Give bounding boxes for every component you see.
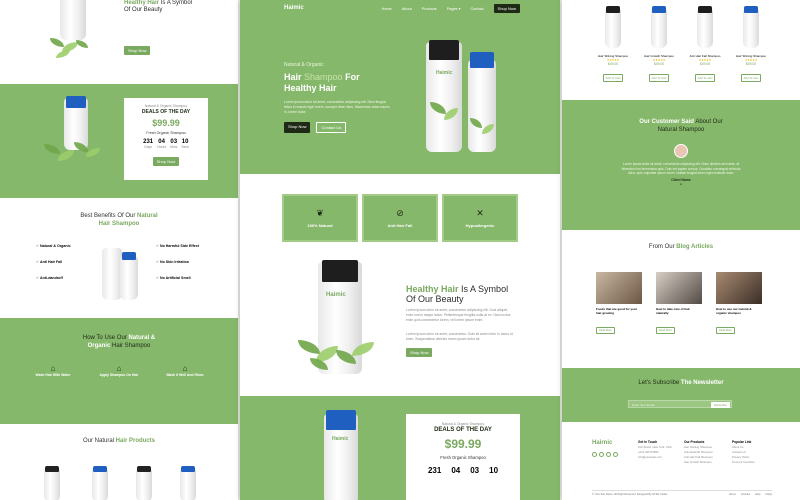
twitter-icon[interactable] [592,452,597,457]
symbol-text-2: Lorem ipsum dolor sit amet, consectetur.… [406,332,513,341]
symbol-text-1: Lorem ipsum dolor sit amet, consectetur … [406,308,511,322]
feature-natural: ❦ 100% Natural [282,194,358,242]
footer-contact: Get In Touch 123 Street, New York, USA +… [638,440,672,460]
brand-logo[interactable]: Haimic [284,5,304,11]
copyright-bar: © Your Site Name, All Right Reserved. De… [592,490,772,496]
hero-text: Lorem ipsum dolor sit amet, consectetur … [284,100,390,114]
newsletter-email-input[interactable]: Enter Your Email Subscribe [628,400,732,408]
shampoo-bottle-image [60,0,86,40]
cross-icon: ✕ [476,208,484,218]
blog-title: From Our Blog Articles [648,244,714,250]
product-card[interactable]: Hair Shining Shampoo ★★★★★ $49.00 Add To… [734,6,768,84]
right-preview-panel: Hair Shining Shampoo ★★★★★ $49.00 Add To… [562,0,800,500]
hero-contact-button[interactable]: Contact Us [316,122,347,133]
products-title: Our Natural Hair Products [82,438,156,444]
hero-section: Haimic Home About Products Pages ▾ Conta… [240,0,560,174]
products-section-left: Our Natural Hair Products [0,426,238,500]
no-hair-fall-icon: ⊘ [396,208,404,218]
deal-card: Natural & Organic Shampoo DEALS OF THE D… [124,98,208,180]
benefits-title: Best Benefits Of Our Natural Hair Shampoo [80,213,158,227]
feature-hypoallergenic: ✕ Hypoallergenic [442,194,518,242]
deal-title: DEALS OF THE DAY [141,109,191,115]
home-icon: ⌂ [50,364,56,373]
nav-pages[interactable]: Pages ▾ [447,6,461,11]
avatar [674,144,688,158]
blog-section: From Our Blog Articles Foods that are go… [562,232,800,366]
shop-now-button[interactable]: Shop Now [124,46,151,55]
footer-links: Popular Link About Us Contact Us Privacy… [732,440,755,465]
linkedin-icon[interactable] [613,452,618,457]
blog-image [716,272,762,304]
blog-post[interactable]: How to take care of hair naturally Read … [656,272,702,336]
symbol-section: Haimic Healthy Hair Is A Symbol Of Our Be… [240,254,560,394]
hero-buttons: Shop Now Contact Us [284,122,347,133]
newsletter-section: Let's Subscribe The Newsletter Enter You… [562,368,800,422]
product-card[interactable]: Anti Hair Fall Shampoo ★★★★★ $49.00 Add … [688,6,722,84]
shampoo-bottle-blue [468,60,496,152]
main-nav: Home About Products Pages ▾ Contact Shop… [382,4,520,13]
left-preview-panel: Healthy Hair Is A Symbol Of Our Beauty Sh… [0,0,238,500]
feature-anti-hair-fall: ⊘ Anti Hair Fall [362,194,438,242]
nav-contact[interactable]: Contact [470,7,483,11]
symbol-title: Healthy Hair Is A Symbol Of Our Beauty [406,284,509,304]
countdown: 231 Days 04 Hours 03 Mins 10 Secs [143,139,189,149]
footer-products: Our Products Hair Shining Shampoo Anti-d… [684,440,713,465]
deal-section-left: Natural & Organic Shampoo DEALS OF THE D… [0,84,238,198]
hero-kicker: Natural & Organic [284,62,324,68]
template-preview: Healthy Hair Is A Symbol Of Our Beauty Sh… [0,0,800,500]
benefits-left-list: ✔ Natural & Organic ✔ Anti Hair Fall ✔ A… [36,244,71,280]
symbol-shop-button[interactable]: Shop Now [406,348,433,357]
footer-brand: Hairnic [592,440,613,446]
footer: Hairnic Get In Touch 123 Street, New Yor… [562,424,800,500]
youtube-icon[interactable] [606,452,611,457]
steps: ⌂ Wash Hair With Water ⌂ Apply Shampoo On … [20,364,218,377]
testimonial-section: Our Customer Said About Our Natural Shamp… [562,100,800,230]
shampoo-bottle-image [102,248,122,300]
social-links [592,452,618,457]
how-to-section: How To Use Our Natural & Organic Hair Sha… [0,318,238,424]
deal-section: Haimic Natural & Organic Shampoo DEALS O… [240,396,560,500]
testimonial-title: Our Customer Said About Our Natural Shamp… [639,119,723,133]
hero-title: Hair Shampoo For Healthy Hair [284,72,360,93]
nav-shop-now-button[interactable]: Shop Now [493,4,520,13]
symbol-section-left: Healthy Hair Is A Symbol Of Our Beauty Sh… [0,0,238,82]
nav-home[interactable]: Home [382,7,392,11]
subscribe-button[interactable]: Subscribe [710,402,730,408]
testimonial-text: Lorem ipsum dolor sit amet, consectetur … [621,162,741,176]
howto-title: How To Use Our Natural & Organic Hair Sha… [82,335,156,349]
main-preview-panel: Haimic Home About Products Pages ▾ Conta… [240,0,560,500]
deal-card: Natural & Organic Shampoo DEALS OF THE D… [406,414,520,500]
blog-post[interactable]: How to use our natural & organic shampoo… [716,272,762,336]
benefits-right-list: ✔ No Harmful Side Effect ✔ No Skin Irrit… [156,244,199,280]
nav-about[interactable]: About [402,7,412,11]
products-section-right: Hair Shining Shampoo ★★★★★ $49.00 Add To… [562,0,800,98]
blog-image [656,272,702,304]
countdown: 231 04 03 10 [427,466,499,475]
leaf-icon: ❦ [316,208,324,218]
blog-post[interactable]: Foods that are good for your hair growin… [596,272,642,336]
carousel-dots[interactable]: ● [562,182,800,186]
symbol-text [124,16,214,21]
deal-shop-button[interactable]: Shop Now [152,157,180,166]
hero-shop-button[interactable]: Shop Now [284,122,311,133]
product-card[interactable]: Hair Shining Shampoo ★★★★★ $49.00 Add To… [596,6,630,84]
deal-price: $99.99 [152,118,180,128]
nav-products[interactable]: Products [422,7,437,11]
deal-product: Fresh Organic Shampoo [146,131,186,135]
home-icon: ⌂ [182,364,188,373]
home-icon: ⌂ [116,364,122,373]
newsletter-title: Let's Subscribe The Newsletter [638,380,724,386]
symbol-title: Healthy Hair Is A Symbol Of Our Beauty [124,0,193,13]
benefits-section: Best Benefits Of Our Natural Hair Shampoo… [0,200,238,316]
facebook-icon[interactable] [599,452,604,457]
product-card[interactable]: Hair Growth Shampoo ★★★★★ $49.00 Add To … [642,6,676,84]
blog-image [596,272,642,304]
